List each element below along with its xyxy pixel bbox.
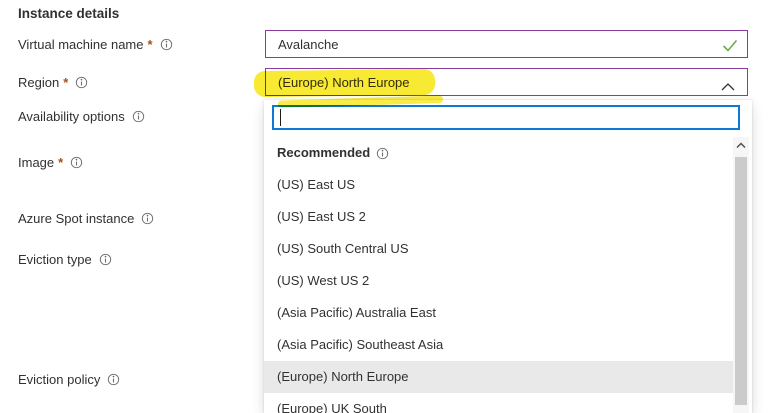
scrollbar-up-arrow[interactable] (733, 137, 749, 154)
field-label-eviction-policy: Eviction policy (18, 371, 120, 387)
region-dropdown-panel: Recommended (US) East US (US) East US 2 … (264, 100, 752, 413)
valid-checkmark-icon (722, 39, 738, 55)
region-filter-input[interactable] (272, 105, 740, 130)
required-marker: * (148, 37, 153, 52)
instance-details-form: Instance details Virtual machine name * … (0, 0, 769, 413)
field-label-text: Virtual machine name (18, 37, 144, 52)
field-label-image: Image * (18, 154, 83, 170)
field-label-azure-spot-instance: Azure Spot instance (18, 210, 154, 226)
region-option[interactable]: (US) East US 2 (264, 201, 733, 233)
field-label-virtual-machine-name: Virtual machine name * (18, 36, 173, 52)
info-icon[interactable] (107, 373, 120, 386)
vm-name-input[interactable]: Avalanche (265, 30, 748, 58)
group-header-recommended: Recommended (264, 137, 733, 169)
info-icon[interactable] (70, 156, 83, 169)
scrollbar-thumb[interactable] (735, 157, 747, 405)
region-selected-value: (Europe) North Europe (278, 75, 410, 90)
dropdown-scrollbar[interactable] (733, 137, 749, 413)
field-label-text: Availability options (18, 109, 125, 124)
region-option-list: Recommended (US) East US (US) East US 2 … (264, 137, 733, 413)
region-option[interactable]: (Asia Pacific) Southeast Asia (264, 329, 733, 361)
region-option[interactable]: (US) East US (264, 169, 733, 201)
field-label-text: Eviction type (18, 252, 92, 267)
info-icon[interactable] (160, 38, 173, 51)
field-label-text: Azure Spot instance (18, 211, 134, 226)
field-label-text: Image (18, 155, 54, 170)
field-label-eviction-type: Eviction type (18, 251, 112, 267)
region-select[interactable]: (Europe) North Europe (265, 68, 748, 96)
info-icon[interactable] (75, 76, 88, 89)
text-cursor (280, 109, 281, 126)
field-label-region: Region * (18, 74, 88, 90)
region-option[interactable]: (US) West US 2 (264, 265, 733, 297)
field-label-availability-options: Availability options (18, 108, 145, 124)
region-option[interactable]: (Asia Pacific) Australia East (264, 297, 733, 329)
region-option[interactable]: (Europe) North Europe (264, 361, 733, 393)
field-label-text: Region (18, 75, 59, 90)
region-option[interactable]: (US) South Central US (264, 233, 733, 265)
section-title: Instance details (18, 6, 119, 21)
info-icon[interactable] (376, 147, 389, 160)
info-icon[interactable] (99, 253, 112, 266)
region-option[interactable]: (Europe) UK South (264, 393, 733, 413)
required-marker: * (58, 155, 63, 170)
field-label-text: Eviction policy (18, 372, 100, 387)
info-icon[interactable] (141, 212, 154, 225)
chevron-up-icon (721, 79, 735, 94)
vm-name-value: Avalanche (278, 37, 338, 52)
info-icon[interactable] (132, 110, 145, 123)
required-marker: * (63, 75, 68, 90)
